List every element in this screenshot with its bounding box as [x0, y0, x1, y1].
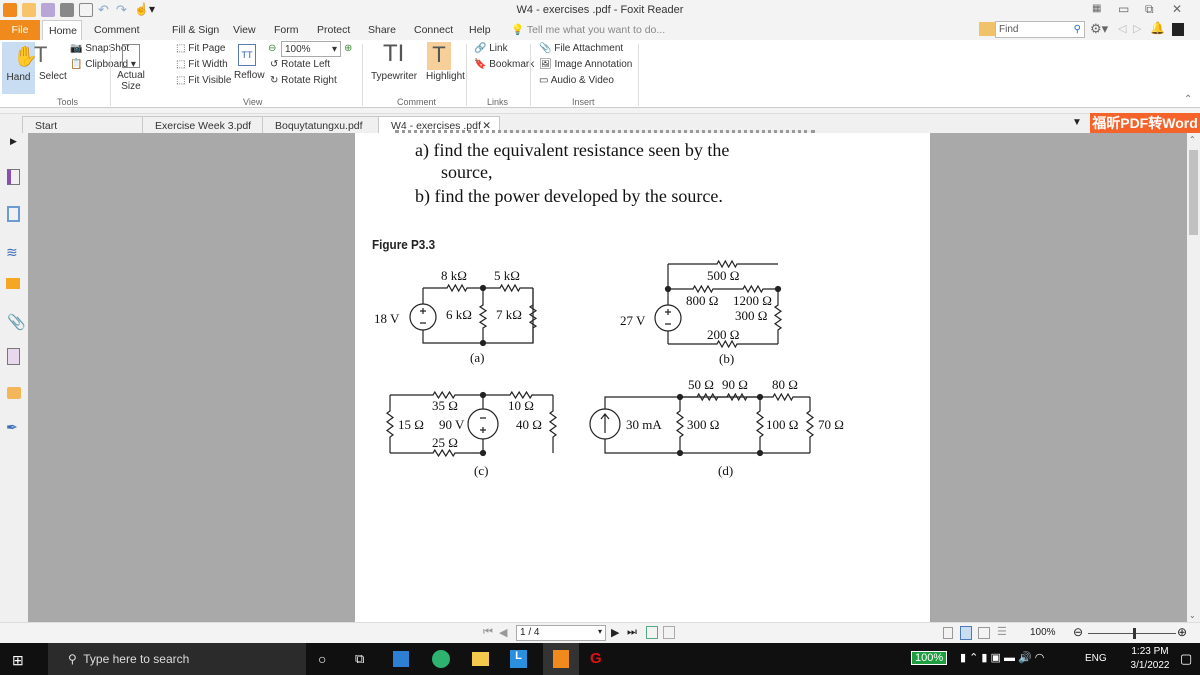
label-c-r4: 40 Ω	[516, 417, 542, 432]
node-dot	[664, 285, 672, 293]
resistor	[773, 289, 783, 344]
node-dot	[479, 284, 487, 292]
tray-icons[interactable]: ▮ ⌃ ▮ ▣ ▬ 🔊 ◠	[960, 651, 1044, 664]
label-a-r3: 6 kΩ	[446, 307, 472, 322]
file-explorer-icon[interactable]	[472, 652, 489, 666]
label-c-r5: 25 Ω	[432, 435, 458, 450]
single-page-icon[interactable]	[943, 627, 953, 639]
label-c-r1: 35 Ω	[432, 398, 458, 413]
node-dot	[774, 285, 782, 293]
label-d-r4: 300 Ω	[687, 417, 719, 432]
task-view-icon[interactable]: ⧉	[355, 651, 364, 667]
resistor	[478, 288, 488, 343]
resistor	[755, 397, 765, 453]
label-c-r3: 15 Ω	[398, 417, 424, 432]
label-c-r2: 10 Ω	[508, 398, 534, 413]
label-b-r3: 300 Ω	[735, 308, 767, 323]
label-b-r-top: 500 Ω	[707, 268, 739, 283]
insert-page-icon[interactable]	[663, 626, 675, 639]
windows-start-icon[interactable]: ⊞	[12, 652, 24, 669]
resistor	[385, 395, 395, 453]
continuous-facing-icon[interactable]: ☰	[997, 625, 1007, 638]
extract-page-icon[interactable]	[646, 626, 658, 639]
taskbar-search-placeholder: Type here to search	[83, 652, 190, 666]
label-d-r5: 100 Ω	[766, 417, 798, 432]
page-number-input[interactable]: 1 / 4 ▾	[516, 625, 606, 641]
continuous-page-icon[interactable]	[960, 626, 972, 640]
label-a-r1: 8 kΩ	[441, 268, 467, 283]
label-d-src: 30 mA	[626, 417, 662, 432]
zoom-level[interactable]: 100%	[1030, 627, 1056, 638]
label-d-r3: 80 Ω	[772, 377, 798, 392]
clock-date[interactable]: 3/1/2022	[1126, 660, 1174, 671]
caption-a: (a)	[470, 350, 484, 365]
mail-app-icon[interactable]	[393, 651, 409, 667]
scrollbar-thumb[interactable]	[1189, 150, 1198, 235]
zoom-in-icon[interactable]: ⊕	[1177, 625, 1187, 639]
clock-time[interactable]: 1:23 PM	[1130, 646, 1170, 657]
edge-icon[interactable]	[432, 650, 450, 668]
label-c-src: 90 V	[439, 417, 465, 432]
taskbar-search[interactable]: ⚲ Type here to search	[48, 643, 306, 675]
resistor	[760, 392, 810, 402]
resistor	[390, 448, 483, 458]
label-b-src: 27 V	[620, 313, 646, 328]
resistor	[675, 397, 685, 453]
node-dot	[479, 339, 487, 347]
caption-d: (d)	[718, 463, 733, 478]
first-page-icon[interactable]: ⏮	[483, 626, 493, 639]
label-d-r6: 70 Ω	[818, 417, 844, 432]
last-page-icon[interactable]: ⏭	[627, 626, 637, 639]
scroll-up-icon[interactable]: ⌃	[1189, 135, 1196, 144]
facing-page-icon[interactable]	[978, 627, 990, 639]
resistor	[728, 284, 778, 294]
resistor	[668, 284, 728, 294]
battery-indicator[interactable]: 100%	[911, 651, 948, 665]
node-dot	[676, 449, 684, 457]
voltage-source	[467, 408, 499, 440]
label-b-r2: 1200 Ω	[733, 293, 772, 308]
label-b-r4: 200 Ω	[707, 327, 739, 342]
node-dot	[756, 449, 764, 457]
chevron-down-icon: ▾	[597, 627, 602, 636]
resistor	[423, 283, 483, 293]
node-dot	[676, 393, 684, 401]
previous-page-icon[interactable]: ◀	[499, 626, 507, 639]
label-d-r2: 90 Ω	[722, 377, 748, 392]
zoom-out-icon[interactable]: ⊖	[1073, 625, 1083, 639]
game-app-icon[interactable]: G	[590, 650, 602, 667]
cortana-icon[interactable]: ○	[318, 651, 326, 667]
label-d-r1: 50 Ω	[688, 377, 714, 392]
search-icon: ⚲	[68, 652, 77, 666]
resistor	[548, 395, 558, 453]
voltage-source	[654, 304, 682, 332]
page-number: 1 / 4	[520, 627, 540, 638]
caption-c: (c)	[474, 463, 488, 478]
node-dot	[479, 391, 487, 399]
taskbar: ⊞ ⚲ Type here to search ○ ⧉ L G 100% ▮ ⌃…	[0, 643, 1200, 675]
foxit-icon	[553, 650, 569, 668]
scroll-down-icon[interactable]: ⌄	[1189, 611, 1196, 620]
resistor	[483, 283, 533, 293]
resistor	[805, 397, 815, 453]
label-a-r2: 5 kΩ	[494, 268, 520, 283]
node-dot	[479, 449, 487, 457]
foxit-taskbar-button[interactable]	[543, 643, 579, 675]
node-dot	[756, 393, 764, 401]
notifications-icon[interactable]: ▢	[1180, 651, 1192, 667]
language-indicator[interactable]: ENG	[1085, 653, 1107, 664]
caption-b: (b)	[719, 351, 734, 366]
circuit-diagrams: 8 kΩ 5 kΩ 18 V 6 kΩ 7 kΩ (a) 500 Ω 800 Ω…	[374, 259, 844, 478]
resistor	[680, 392, 760, 402]
label-b-r1: 800 Ω	[686, 293, 718, 308]
label-a-src: 18 V	[374, 311, 400, 326]
l-app-icon[interactable]: L	[510, 650, 527, 668]
next-page-icon[interactable]: ▶	[611, 626, 619, 639]
voltage-source	[409, 303, 437, 331]
resistor	[668, 259, 778, 269]
zoom-slider[interactable]	[1088, 633, 1176, 634]
status-bar: ⏮ ◀ 1 / 4 ▾ ▶ ⏭ ☰ 100% ⊖ ⊕	[0, 622, 1200, 643]
label-a-r4: 7 kΩ	[496, 307, 522, 322]
zoom-slider-handle[interactable]	[1133, 628, 1136, 639]
